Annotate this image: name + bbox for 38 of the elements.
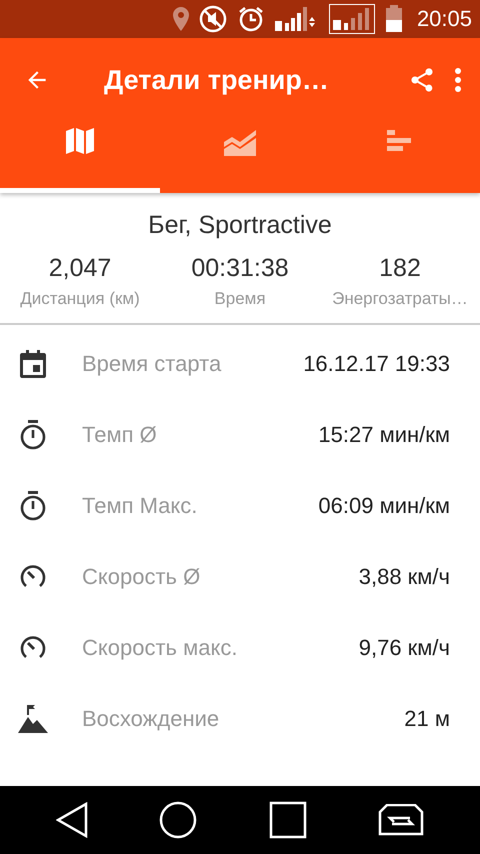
more-vertical-icon <box>454 67 462 93</box>
mountain-flag-icon <box>18 704 48 732</box>
stat-value: 00:31:38 <box>191 254 289 283</box>
stat-label: Время <box>214 289 266 309</box>
detail-label: Темп Ø <box>82 422 158 448</box>
back-triangle-icon <box>56 802 88 838</box>
detail-value: 3,88 км/ч <box>358 564 450 590</box>
detail-label: Время старта <box>82 350 222 376</box>
detail-label: Скорость макс. <box>82 634 238 660</box>
activity-title: Бег, Sportractive <box>148 211 332 240</box>
calendar-icon <box>18 350 48 378</box>
bar-list-icon <box>387 128 413 154</box>
recents-square-icon <box>268 801 307 839</box>
area-chart-icon <box>224 128 256 156</box>
stat-label: Дистанция (км) <box>20 289 140 309</box>
detail-value: 06:09 мин/км <box>318 492 450 518</box>
detail-value: 15:27 мин/км <box>318 422 450 448</box>
stat-label: Энергозатраты… <box>332 289 468 309</box>
stat-value: 182 <box>379 254 421 283</box>
battery-icon <box>384 5 403 33</box>
detail-value: 21 м <box>404 706 450 732</box>
sim-swap-icon <box>378 804 424 836</box>
alarm-clock-icon <box>236 5 265 33</box>
mute-icon <box>198 5 227 33</box>
stat-value: 2,047 <box>48 254 112 283</box>
detail-label: Скорость Ø <box>82 564 202 590</box>
screen-title: Детали тренир… <box>103 64 330 96</box>
stopwatch-icon <box>18 420 48 450</box>
detail-label: Восхождение <box>82 706 220 732</box>
status-time: 20:05 <box>416 6 472 32</box>
detail-value: 9,76 км/ч <box>358 634 450 660</box>
signal-icon <box>328 4 375 34</box>
detail-value: 16.12.17 19:33 <box>303 350 450 376</box>
location-pin-icon <box>172 7 189 31</box>
detail-label: Темп Макс. <box>82 492 198 518</box>
home-circle-icon <box>159 801 198 839</box>
stopwatch-icon <box>18 490 48 520</box>
map-icon <box>66 128 94 154</box>
